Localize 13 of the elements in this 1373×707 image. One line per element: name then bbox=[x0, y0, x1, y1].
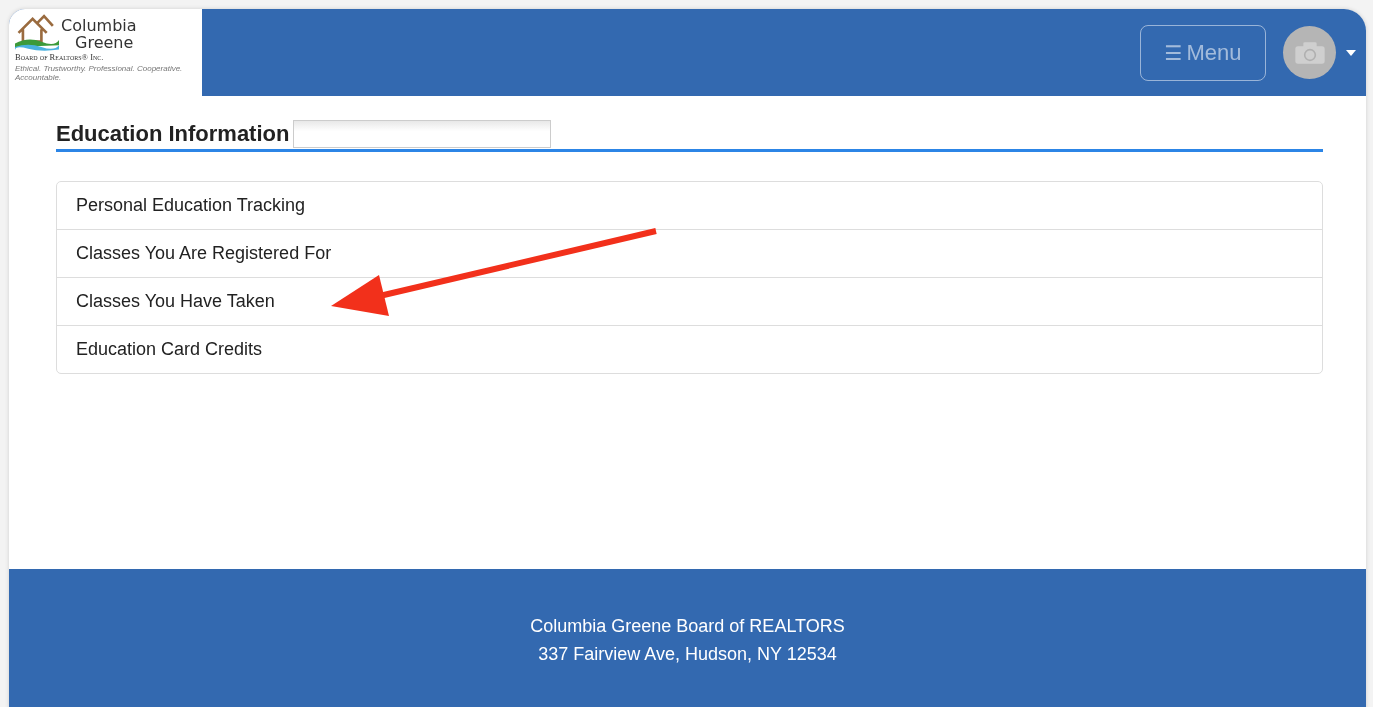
footer-text: Columbia Greene Board of REALTORS bbox=[530, 615, 845, 638]
section-title: Education Information bbox=[56, 120, 290, 148]
logo-tagline: Ethical. Trustworthy. Professional. Cooperative. Accountable. bbox=[15, 64, 184, 82]
house-icon bbox=[15, 13, 59, 51]
logo-subtitle: Board of Realtors® Inc. bbox=[15, 52, 104, 62]
logo-text: Greene bbox=[74, 34, 135, 51]
list-item[interactable]: Education Card Credits bbox=[57, 325, 1322, 373]
list-item[interactable]: Classes You Are Registered For bbox=[57, 229, 1322, 277]
avatar-icon[interactable] bbox=[1283, 26, 1336, 79]
caret-icon[interactable] bbox=[1346, 49, 1356, 56]
list-item[interactable]: Personal Education Tracking bbox=[57, 182, 1322, 229]
logo-text: Columbia bbox=[61, 17, 137, 34]
footer-text: 337 Fairview Ave, Hudson, NY 12534 bbox=[538, 643, 837, 666]
